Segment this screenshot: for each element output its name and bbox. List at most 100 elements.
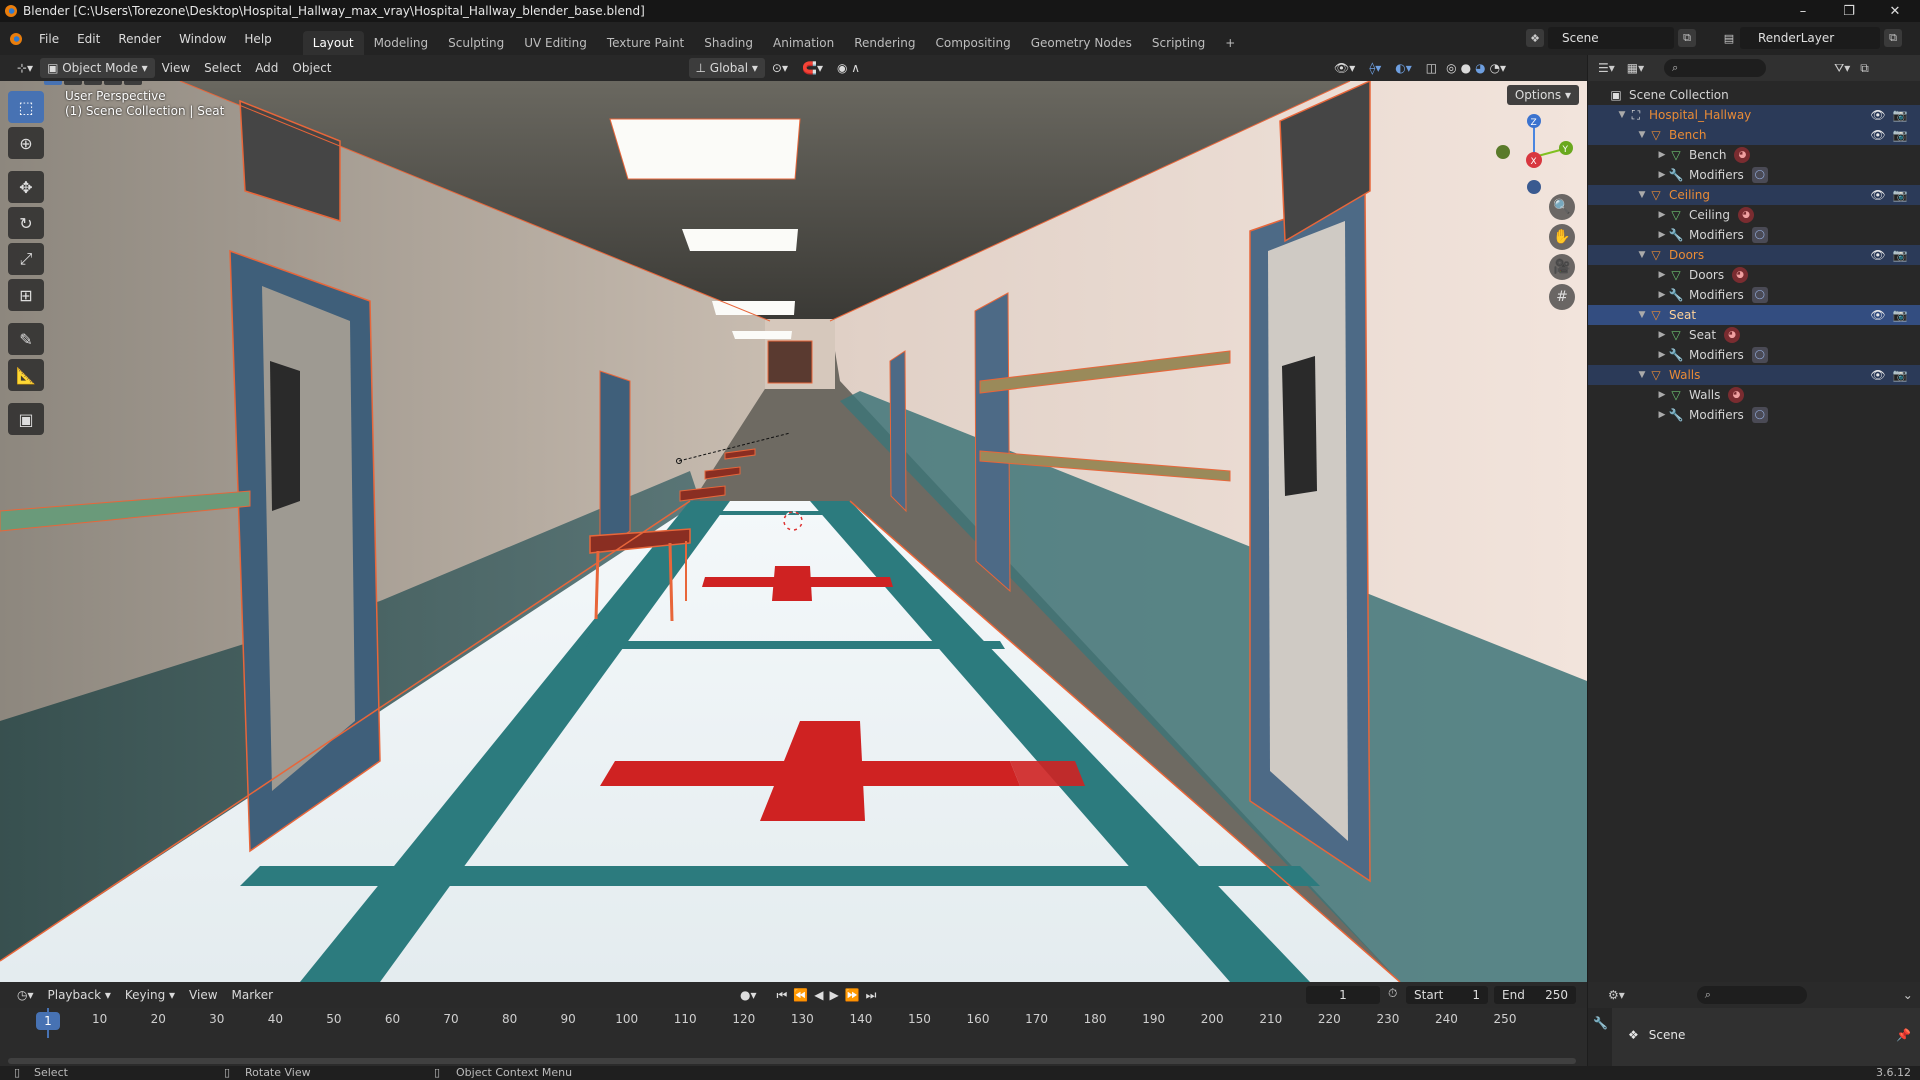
playback-menu[interactable]: Playback ▾ bbox=[41, 985, 118, 1005]
mesh-row-doors[interactable]: ▶ ▽ Doors ◕ bbox=[1588, 265, 1920, 285]
transform-tool[interactable]: ⊞ bbox=[8, 279, 44, 311]
mesh-row-walls[interactable]: ▶ ▽ Walls ◕ bbox=[1588, 385, 1920, 405]
zoom-icon[interactable]: 🔍 bbox=[1549, 194, 1575, 220]
select-intersect-icon[interactable] bbox=[124, 81, 142, 85]
material-icon[interactable]: ◕ bbox=[1738, 207, 1754, 223]
frame-ruler[interactable]: 10 20 30 40 50 60 70 80 90 100 110 120 130 140 150 160 1… bbox=[0, 1008, 1587, 1066]
render-camera-icon[interactable]: 📷 bbox=[1892, 368, 1908, 382]
render-camera-icon[interactable]: 📷 bbox=[1892, 248, 1908, 262]
material-icon[interactable]: ◕ bbox=[1734, 147, 1751, 163]
camera-view-icon[interactable]: 🎥 bbox=[1549, 254, 1575, 280]
expand-arrow-icon[interactable]: ▶ bbox=[1656, 210, 1668, 220]
marker-menu[interactable]: Marker bbox=[225, 985, 280, 1005]
playback-controls[interactable]: ⏮⏪◀▶⏩⏭ bbox=[777, 988, 883, 1003]
menu-window[interactable]: Window bbox=[170, 27, 235, 51]
add-cube-tool[interactable]: ▣ bbox=[8, 403, 44, 435]
modifier-row-modifiers[interactable]: ▶ 🔧 Modifiers ◯ bbox=[1588, 165, 1920, 185]
add-workspace-button[interactable]: + bbox=[1215, 31, 1245, 55]
select-menu[interactable]: Select bbox=[197, 58, 248, 78]
collapse-arrow-icon[interactable]: ▼ bbox=[1636, 250, 1648, 260]
collection-row-hospital_hallway[interactable]: ▼ ⛶ Hospital_Hallway 👁 📷 bbox=[1588, 105, 1920, 125]
view-layer-icon[interactable]: ▤ bbox=[1720, 29, 1738, 47]
tab-modeling[interactable]: Modeling bbox=[364, 31, 439, 55]
select-box-tool[interactable]: ⬚ bbox=[8, 91, 44, 123]
end-frame-field[interactable]: End 250 bbox=[1494, 986, 1576, 1004]
modifier-row-modifiers[interactable]: ▶ 🔧 Modifiers ◯ bbox=[1588, 225, 1920, 245]
expand-arrow-icon[interactable]: ▶ bbox=[1656, 290, 1668, 300]
editor-type-icon[interactable]: ⊹▾ bbox=[10, 58, 40, 78]
tab-layout[interactable]: Layout bbox=[302, 31, 364, 55]
collapse-arrow-icon[interactable]: ▼ bbox=[1636, 370, 1648, 380]
maximize-button[interactable]: ❐ bbox=[1826, 0, 1872, 22]
visibility-eye-icon[interactable]: 👁 bbox=[1870, 248, 1886, 262]
gizmo-toggle-icon[interactable]: ⟠▾ bbox=[1362, 58, 1388, 78]
record-icon[interactable]: ●▾ bbox=[740, 988, 757, 1002]
collapse-arrow-icon[interactable]: ▼ bbox=[1636, 130, 1648, 140]
material-icon[interactable]: ◕ bbox=[1732, 267, 1749, 283]
outliner-editor-icon[interactable]: ☰▾ bbox=[1598, 61, 1615, 75]
collapse-arrow-icon[interactable]: ▼ bbox=[1616, 110, 1628, 120]
mesh-row-bench[interactable]: ▶ ▽ Bench ◕ bbox=[1588, 145, 1920, 165]
mode-selector[interactable]: ▣ Object Mode ▾ bbox=[40, 58, 155, 78]
view-menu[interactable]: View bbox=[155, 58, 197, 78]
collapse-arrow-icon[interactable]: ▼ bbox=[1636, 310, 1648, 320]
modifier-badge-icon[interactable]: ◯ bbox=[1751, 347, 1768, 363]
rendered-shading-icon[interactable]: ◔▾ bbox=[1488, 58, 1509, 78]
material-icon[interactable]: ◕ bbox=[1728, 387, 1745, 403]
properties-editor-icon[interactable]: ⚙▾ bbox=[1608, 988, 1625, 1002]
select-invert-icon[interactable] bbox=[104, 81, 122, 85]
visibility-eye-icon[interactable]: 👁 bbox=[1870, 188, 1886, 202]
render-camera-icon[interactable]: 📷 bbox=[1892, 108, 1908, 122]
mesh-row-ceiling[interactable]: ▶ ▽ Ceiling ◕ bbox=[1588, 205, 1920, 225]
object-row-doors[interactable]: ▼ ▽ Doors 👁 📷 bbox=[1588, 245, 1920, 265]
cursor-tool[interactable]: ⊕ bbox=[8, 127, 44, 159]
object-row-walls[interactable]: ▼ ▽ Walls 👁 📷 bbox=[1588, 365, 1920, 385]
object-menu[interactable]: Object bbox=[285, 58, 338, 78]
filter-icon[interactable]: ⛛▾ bbox=[1834, 61, 1850, 76]
add-menu[interactable]: Add bbox=[248, 58, 285, 78]
render-camera-icon[interactable]: 📷 bbox=[1892, 188, 1908, 202]
material-icon[interactable]: ◕ bbox=[1724, 327, 1741, 343]
modifier-row-modifiers[interactable]: ▶ 🔧 Modifiers ◯ bbox=[1588, 405, 1920, 425]
scene-selector[interactable]: Scene bbox=[1548, 27, 1674, 49]
expand-arrow-icon[interactable]: ▶ bbox=[1656, 410, 1668, 420]
tab-geometry-nodes[interactable]: Geometry Nodes bbox=[1021, 31, 1142, 55]
start-frame-field[interactable]: Start 1 bbox=[1406, 986, 1488, 1004]
display-mode-icon[interactable]: ▦▾ bbox=[1627, 61, 1644, 75]
expand-arrow-icon[interactable]: ▶ bbox=[1656, 230, 1668, 240]
outliner-search-input[interactable]: ⌕ bbox=[1664, 59, 1767, 77]
move-tool[interactable]: ✥ bbox=[8, 171, 44, 203]
timeline-scrollbar[interactable] bbox=[8, 1058, 1576, 1064]
select-extend-icon[interactable] bbox=[64, 81, 82, 85]
pin-icon[interactable]: 📌 bbox=[1896, 1028, 1911, 1042]
rotate-tool[interactable]: ↻ bbox=[8, 207, 44, 239]
new-collection-icon[interactable]: ⧉ bbox=[1860, 61, 1869, 76]
material-shading-icon[interactable]: ◕ bbox=[1473, 58, 1487, 78]
tab-animation[interactable]: Animation bbox=[763, 31, 844, 55]
menu-file[interactable]: File bbox=[30, 27, 68, 51]
expand-arrow-icon[interactable]: ▶ bbox=[1656, 270, 1668, 280]
pan-hand-icon[interactable]: ✋ bbox=[1549, 224, 1575, 250]
blender-menu-icon[interactable] bbox=[10, 32, 22, 45]
visibility-eye-icon[interactable]: 👁 bbox=[1870, 368, 1886, 382]
modifier-badge-icon[interactable]: ◯ bbox=[1751, 407, 1768, 423]
wireframe-shading-icon[interactable]: ◎ bbox=[1444, 58, 1458, 78]
expand-arrow-icon[interactable]: ▶ bbox=[1656, 350, 1668, 360]
expand-arrow-icon[interactable]: ▶ bbox=[1656, 150, 1668, 160]
tab-compositing[interactable]: Compositing bbox=[925, 31, 1020, 55]
expand-arrow-icon[interactable]: ▶ bbox=[1656, 330, 1668, 340]
modifier-badge-icon[interactable]: ◯ bbox=[1751, 167, 1768, 183]
properties-search-input[interactable]: ⌕ bbox=[1696, 986, 1807, 1004]
keying-menu[interactable]: Keying ▾ bbox=[118, 985, 182, 1005]
expand-arrow-icon[interactable]: ▶ bbox=[1656, 170, 1668, 180]
menu-render[interactable]: Render bbox=[109, 27, 170, 51]
modifier-badge-icon[interactable]: ◯ bbox=[1751, 227, 1768, 243]
tab-texture-paint[interactable]: Texture Paint bbox=[597, 31, 694, 55]
tab-rendering[interactable]: Rendering bbox=[844, 31, 925, 55]
visibility-eye-icon[interactable]: 👁 bbox=[1870, 108, 1886, 122]
timeline-editor-icon[interactable]: ◷▾ bbox=[10, 985, 41, 1005]
3d-viewport[interactable]: User Perspective (1) Scene Collection | … bbox=[0, 81, 1587, 982]
snap-icon[interactable]: 🧲▾ bbox=[795, 58, 830, 78]
orientation-selector[interactable]: ⊥ Global ▾ bbox=[688, 58, 765, 78]
timeline-view-menu[interactable]: View bbox=[182, 985, 224, 1005]
